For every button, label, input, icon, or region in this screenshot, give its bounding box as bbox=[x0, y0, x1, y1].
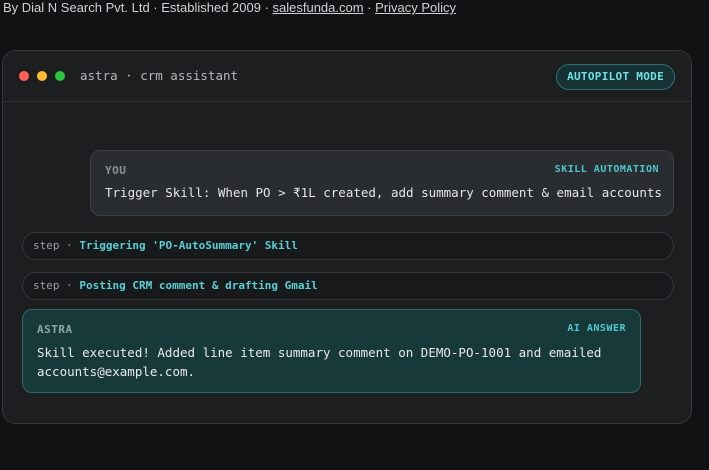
assistant-message: ASTRA AI ANSWER Skill executed! Added li… bbox=[22, 309, 641, 393]
footer-prefix: By Dial N Search Pvt. Ltd · Established … bbox=[3, 0, 273, 15]
step-kind-label: step bbox=[33, 279, 60, 292]
ai-answer-tag: AI ANSWER bbox=[567, 323, 626, 334]
step-text: Posting CRM comment & drafting Gmail bbox=[79, 279, 318, 292]
step-item: step · Posting CRM comment & drafting Gm… bbox=[22, 272, 674, 300]
title-bar: astra · crm assistant AUTOPILOT MODE bbox=[3, 51, 691, 102]
step-text: Triggering 'PO-AutoSummary' Skill bbox=[79, 239, 298, 252]
user-message-text: Trigger Skill: When PO > ₹1L created, ad… bbox=[105, 185, 662, 200]
step-kind-label: step bbox=[33, 239, 60, 252]
step-separator: · bbox=[59, 239, 80, 252]
chat-window: astra · crm assistant AUTOPILOT MODE YOU… bbox=[2, 50, 692, 424]
autopilot-mode-badge[interactable]: AUTOPILOT MODE bbox=[556, 64, 675, 90]
salesfunda-link[interactable]: salesfunda.com bbox=[273, 0, 364, 15]
user-message: YOU SKILL AUTOMATION Trigger Skill: When… bbox=[90, 150, 674, 216]
step-separator: · bbox=[59, 279, 80, 292]
skill-automation-tag: SKILL AUTOMATION bbox=[554, 164, 659, 175]
footer-separator: · bbox=[363, 0, 376, 15]
assistant-author-label: ASTRA bbox=[37, 323, 73, 336]
step-item: step · Triggering 'PO-AutoSummary' Skill bbox=[22, 232, 674, 260]
window-title: astra · crm assistant bbox=[80, 68, 239, 83]
maximize-window-dot[interactable] bbox=[55, 71, 65, 81]
minimize-window-dot[interactable] bbox=[37, 71, 47, 81]
privacy-policy-link[interactable]: Privacy Policy bbox=[375, 0, 456, 15]
assistant-message-text: Skill executed! Added line item summary … bbox=[37, 345, 602, 379]
user-author-label: YOU bbox=[105, 164, 127, 177]
footer-credits: By Dial N Search Pvt. Ltd · Established … bbox=[3, 0, 456, 16]
close-window-dot[interactable] bbox=[19, 71, 29, 81]
